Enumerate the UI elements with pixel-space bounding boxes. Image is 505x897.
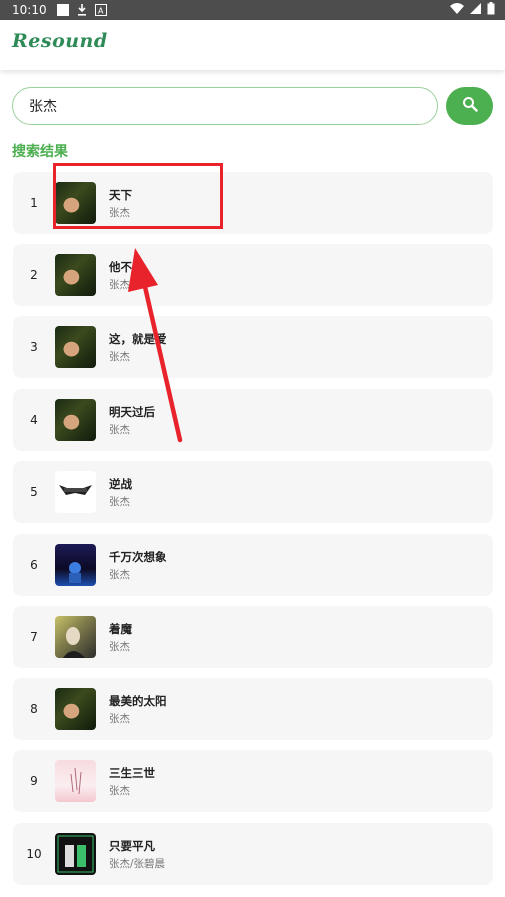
song-row[interactable]: 10 只要平凡 张杰/张碧晨 (13, 823, 493, 885)
notification-square-icon (56, 4, 69, 16)
song-title: 着魔 (109, 622, 132, 636)
wifi-icon (450, 3, 464, 17)
row-index: 1 (30, 196, 38, 210)
row-index: 2 (30, 268, 38, 282)
song-title: 这，就是爱 (109, 332, 167, 346)
song-artist: 张杰 (109, 351, 130, 363)
song-row[interactable]: 5 逆战 张杰 (13, 461, 493, 523)
row-index: 9 (30, 774, 38, 788)
song-artist: 张杰/张碧晨 (109, 858, 166, 870)
song-title: 只要平凡 (109, 839, 155, 853)
status-time: 10:10 (12, 3, 47, 17)
song-title: 明天过后 (109, 405, 155, 419)
highlight-box (53, 163, 223, 229)
search-input-value: 张杰 (29, 99, 57, 115)
svg-text:A: A (98, 7, 104, 16)
album-cover (55, 616, 96, 658)
row-index: 5 (30, 485, 38, 499)
search-input[interactable]: 张杰 (12, 87, 438, 125)
song-row[interactable]: 8 最美的太阳 张杰 (13, 678, 493, 740)
song-title: 最美的太阳 (109, 694, 167, 708)
song-artist: 张杰 (109, 424, 130, 436)
song-row[interactable]: 6 千万次想象 张杰 (13, 534, 493, 596)
signal-icon (470, 3, 481, 17)
app-logo: Resound (12, 30, 108, 52)
song-artist: 张杰 (109, 496, 130, 508)
a-icon: A (94, 4, 107, 16)
song-artist: 张杰 (109, 279, 130, 291)
song-title: 三生三世 (109, 766, 155, 780)
song-artist: 张杰 (109, 569, 130, 581)
row-index: 6 (30, 558, 38, 572)
album-cover (55, 833, 96, 875)
status-bar: 10:10 A (0, 0, 505, 20)
search-button[interactable] (446, 87, 493, 125)
song-title: 他不懂 (109, 260, 144, 274)
row-index: 8 (30, 702, 38, 716)
row-index: 10 (26, 847, 42, 861)
album-cover (55, 471, 96, 513)
song-row[interactable]: 9 三生三世 张杰 (13, 750, 493, 812)
song-row[interactable]: 4 明天过后 张杰 (13, 389, 493, 451)
song-title: 千万次想象 (109, 550, 167, 564)
song-artist: 张杰 (109, 713, 130, 725)
search-icon (462, 96, 478, 116)
section-title: 搜索结果 (12, 144, 68, 160)
song-artist: 张杰 (109, 785, 130, 797)
song-row[interactable]: 7 着魔 张杰 (13, 606, 493, 668)
row-index: 3 (30, 340, 38, 354)
download-icon (77, 4, 87, 16)
album-cover (55, 326, 96, 368)
album-cover (55, 399, 96, 441)
battery-icon (487, 2, 495, 18)
row-index: 4 (30, 413, 38, 427)
album-cover (55, 544, 96, 586)
song-row[interactable]: 3 这，就是爱 张杰 (13, 316, 493, 378)
song-row[interactable]: 2 他不懂 张杰 (13, 244, 493, 306)
song-title: 逆战 (109, 477, 132, 491)
app-bar: Resound (0, 20, 505, 70)
album-cover (55, 254, 96, 296)
row-index: 7 (30, 630, 38, 644)
song-artist: 张杰 (109, 641, 130, 653)
album-cover (55, 688, 96, 730)
album-cover (55, 760, 96, 802)
